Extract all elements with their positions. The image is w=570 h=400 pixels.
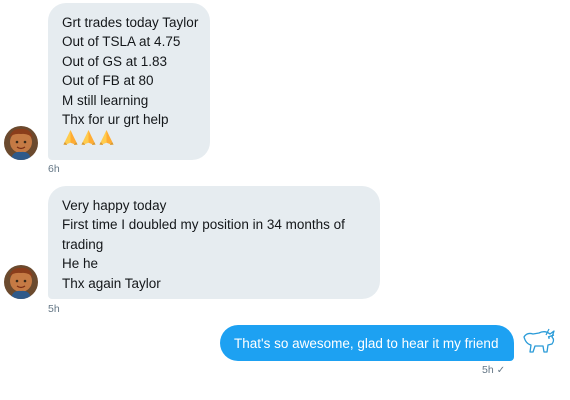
message-line: He he bbox=[62, 256, 99, 272]
message-line: Thx again Taylor bbox=[62, 275, 161, 291]
message-line: Out of FB at 80 bbox=[62, 73, 154, 89]
message-timestamp: 5h bbox=[482, 364, 494, 376]
folded-hands-icon bbox=[63, 130, 78, 146]
message-status: 5h ✓ bbox=[482, 364, 505, 376]
message-line: First time I doubled my position in 34 m… bbox=[62, 217, 345, 233]
message-line: Out of GS at 1.83 bbox=[62, 53, 168, 69]
incoming-message-bubble[interactable]: Grt trades today Taylor Out of TSLA at 4… bbox=[48, 3, 210, 160]
message-timestamp: 6h bbox=[48, 163, 60, 175]
conversation-thread: Grt trades today Taylor Out of TSLA at 4… bbox=[0, 0, 570, 400]
sender-avatar[interactable] bbox=[4, 265, 38, 299]
outgoing-message-bubble[interactable]: That's so awesome, glad to hear it my fr… bbox=[220, 325, 514, 361]
message-timestamp: 5h bbox=[48, 303, 60, 315]
folded-hands-icon bbox=[81, 130, 96, 146]
incoming-message-bubble[interactable]: Very happy today First time I doubled my… bbox=[48, 186, 380, 299]
message-line: Out of TSLA at 4.75 bbox=[62, 34, 181, 50]
folded-hands-icon bbox=[99, 130, 114, 146]
message-line: M still learning bbox=[62, 92, 149, 108]
emoji-row bbox=[62, 129, 196, 149]
message-line: Very happy today bbox=[62, 198, 167, 213]
bull-logo-icon[interactable] bbox=[521, 325, 557, 359]
message-line: trading bbox=[62, 236, 104, 252]
message-line: Grt trades today Taylor bbox=[62, 15, 199, 30]
message-line: Thx for ur grt help bbox=[62, 112, 169, 128]
sender-avatar[interactable] bbox=[4, 126, 38, 160]
message-text: That's so awesome, glad to hear it my fr… bbox=[234, 336, 499, 351]
check-icon: ✓ bbox=[496, 365, 506, 376]
